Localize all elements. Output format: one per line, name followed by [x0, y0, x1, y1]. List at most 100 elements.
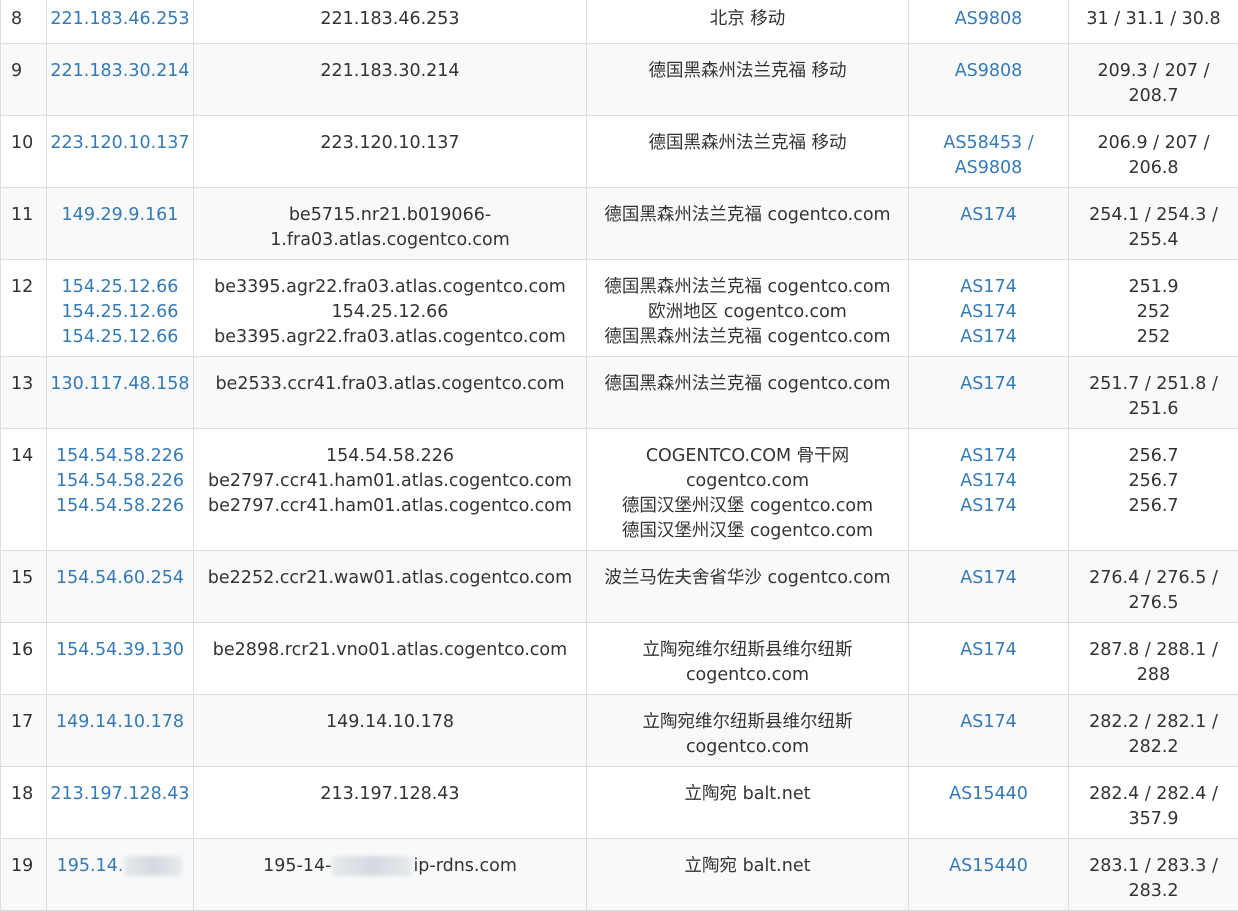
ip-link[interactable]: 130.117.48.158: [47, 372, 193, 397]
latency-cell: 209.3 / 207 /208.7: [1069, 44, 1238, 116]
asn-link[interactable]: AS174: [909, 638, 1068, 663]
asn-cell-content: AS9808: [909, 44, 1068, 90]
latency-cell-content: 283.1 / 283.3 /283.2: [1069, 839, 1238, 910]
table-row: 18213.197.128.43213.197.128.43立陶宛 balt.n…: [1, 767, 1238, 839]
latency-cell: 276.4 / 276.5 /276.5: [1069, 551, 1238, 623]
ip-cell-content: 154.54.39.130: [47, 623, 193, 669]
hostname-text: be3395.agr22.fra03.atlas.cogentco.com: [194, 275, 586, 300]
asn-link[interactable]: AS174: [909, 494, 1068, 519]
asn-link[interactable]: AS58453 /: [909, 131, 1068, 156]
location-cell: 德国黑森州法兰克福 cogentco.com: [587, 357, 909, 429]
asn-link[interactable]: AS9808: [909, 7, 1068, 32]
ip-link[interactable]: 221.183.46.253: [47, 7, 193, 32]
ip-link[interactable]: 154.25.12.66: [47, 300, 193, 325]
location-cell: COGENTCO.COM 骨干网cogentco.com德国汉堡州汉堡 coge…: [587, 429, 909, 551]
ip-link[interactable]: 154.54.58.226: [47, 444, 193, 469]
latency-text: 256.7: [1069, 469, 1238, 494]
location-cell: 立陶宛 balt.net: [587, 767, 909, 839]
hostname-cell: 223.120.10.137: [194, 116, 587, 188]
latency-text: 251.7 / 251.8 /: [1069, 372, 1238, 397]
ip-link[interactable]: 149.29.9.161: [47, 203, 193, 228]
ip-cell-content: 149.14.10.178: [47, 695, 193, 741]
ip-link[interactable]: 154.54.60.254: [47, 566, 193, 591]
asn-link[interactable]: AS174: [909, 444, 1068, 469]
table-row: 9221.183.30.214221.183.30.214德国黑森州法兰克福 移…: [1, 44, 1238, 116]
asn-cell-content: AS174: [909, 551, 1068, 597]
asn-link[interactable]: AS174: [909, 710, 1068, 735]
location-cell-content: 立陶宛 balt.net: [587, 839, 908, 885]
latency-cell-content: 31 / 31.1 / 30.8: [1069, 0, 1238, 38]
table-row: 14154.54.58.226154.54.58.226154.54.58.22…: [1, 429, 1238, 551]
asn-cell: AS174: [909, 551, 1069, 623]
asn-cell: AS174: [909, 188, 1069, 260]
location-cell-content: COGENTCO.COM 骨干网cogentco.com德国汉堡州汉堡 coge…: [587, 429, 908, 550]
asn-link[interactable]: AS15440: [909, 782, 1068, 807]
latency-text: 31 / 31.1 / 30.8: [1069, 7, 1238, 32]
hostname-text: 221.183.46.253: [194, 7, 586, 32]
ip-link[interactable]: 154.25.12.66: [47, 325, 193, 350]
ip-cell: 149.14.10.178: [47, 695, 194, 767]
ip-link[interactable]: 154.54.58.226: [47, 469, 193, 494]
table-row: 17149.14.10.178149.14.10.178立陶宛维尔纽斯县维尔纽斯…: [1, 695, 1238, 767]
hostname-cell-content: be5715.nr21.b019066-1.fra03.atlas.cogent…: [194, 188, 586, 259]
asn-link[interactable]: AS9808: [909, 156, 1068, 181]
asn-link[interactable]: AS174: [909, 566, 1068, 591]
ip-cell-content: 195.14.: [47, 839, 193, 885]
ip-cell: 223.120.10.137: [47, 116, 194, 188]
hostname-text: be2797.ccr41.ham01.atlas.cogentco.com: [194, 469, 586, 494]
location-text: 立陶宛维尔纽斯县维尔纽斯: [587, 638, 908, 663]
location-text: 立陶宛 balt.net: [587, 782, 908, 807]
asn-link[interactable]: AS15440: [909, 854, 1068, 879]
asn-cell-content: AS174: [909, 623, 1068, 669]
location-text: 立陶宛 balt.net: [587, 854, 908, 879]
location-cell: 德国黑森州法兰克福 移动: [587, 116, 909, 188]
redacted-ip-blur: [124, 856, 182, 876]
ip-cell: 154.54.60.254: [47, 551, 194, 623]
asn-cell-content: AS174AS174AS174: [909, 260, 1068, 356]
ip-link[interactable]: 149.14.10.178: [47, 710, 193, 735]
asn-link[interactable]: AS174: [909, 325, 1068, 350]
latency-text: 276.5: [1069, 591, 1238, 616]
location-text: cogentco.com: [587, 663, 908, 688]
location-cell-content: 德国黑森州法兰克福 移动: [587, 44, 908, 90]
latency-cell-content: 276.4 / 276.5 /276.5: [1069, 551, 1238, 622]
latency-text: 256.7: [1069, 494, 1238, 519]
latency-cell-content: 251.9252252: [1069, 260, 1238, 356]
table-row: 16154.54.39.130be2898.rcr21.vno01.atlas.…: [1, 623, 1238, 695]
hostname-cell-content: be2898.rcr21.vno01.atlas.cogentco.com: [194, 623, 586, 669]
ip-link[interactable]: 223.120.10.137: [47, 131, 193, 156]
hop-cell: 12: [1, 260, 47, 357]
ip-link[interactable]: 195.14.: [57, 856, 124, 876]
location-text: 德国汉堡州汉堡 cogentco.com: [587, 494, 908, 519]
table-row: 15154.54.60.254be2252.ccr21.waw01.atlas.…: [1, 551, 1238, 623]
location-cell: 德国黑森州法兰克福 cogentco.com欧洲地区 cogentco.com德…: [587, 260, 909, 357]
asn-link[interactable]: AS9808: [909, 59, 1068, 84]
asn-link[interactable]: AS174: [909, 275, 1068, 300]
ip-link[interactable]: 154.54.58.226: [47, 494, 193, 519]
location-text: 德国黑森州法兰克福 移动: [587, 59, 908, 84]
hostname-cell: 149.14.10.178: [194, 695, 587, 767]
ip-link[interactable]: 154.25.12.66: [47, 275, 193, 300]
asn-link[interactable]: AS174: [909, 372, 1068, 397]
ip-link[interactable]: 221.183.30.214: [47, 59, 193, 84]
latency-cell: 287.8 / 288.1 /288: [1069, 623, 1238, 695]
asn-cell-content: AS174: [909, 188, 1068, 234]
asn-link[interactable]: AS174: [909, 300, 1068, 325]
ip-link[interactable]: 213.197.128.43: [47, 782, 193, 807]
ip-cell: 195.14.: [47, 839, 194, 911]
ip-link[interactable]: 154.54.39.130: [47, 638, 193, 663]
asn-link[interactable]: AS174: [909, 469, 1068, 494]
hop-cell-content: 16: [11, 623, 46, 669]
hop-cell: 13: [1, 357, 47, 429]
latency-cell-content: 282.4 / 282.4 /357.9: [1069, 767, 1238, 838]
location-text: 德国黑森州法兰克福 cogentco.com: [587, 275, 908, 300]
asn-link[interactable]: AS174: [909, 203, 1068, 228]
asn-cell-content: AS174: [909, 695, 1068, 741]
location-text: 立陶宛维尔纽斯县维尔纽斯: [587, 710, 908, 735]
latency-cell-content: 282.2 / 282.1 /282.2: [1069, 695, 1238, 766]
hostname-text: be2898.rcr21.vno01.atlas.cogentco.com: [194, 638, 586, 663]
asn-cell: AS9808: [909, 44, 1069, 116]
asn-cell: AS15440: [909, 839, 1069, 911]
asn-cell-content: AS9808: [909, 0, 1068, 38]
ip-cell: 154.54.58.226154.54.58.226154.54.58.226: [47, 429, 194, 551]
